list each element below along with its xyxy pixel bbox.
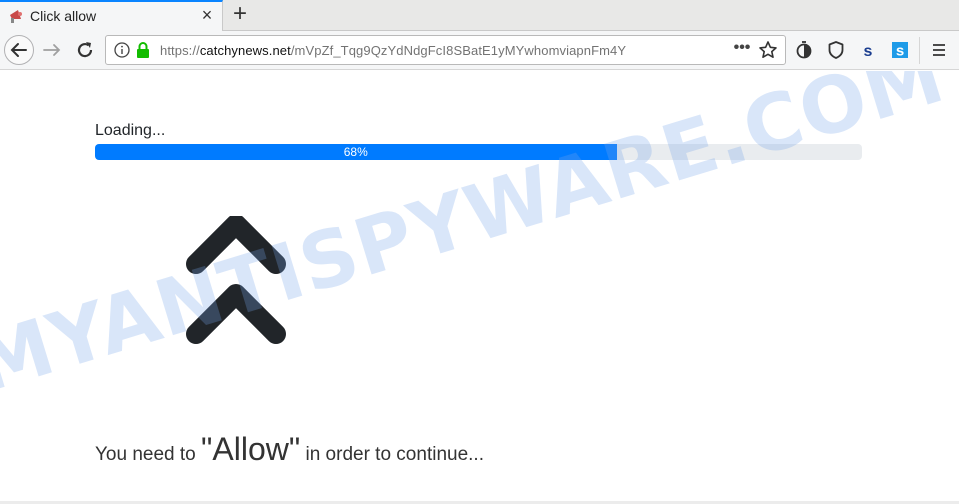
tab-close-button[interactable]: ×	[198, 5, 216, 25]
page-actions-button[interactable]: •••	[732, 40, 752, 60]
tab-active[interactable]: Click allow ×	[0, 0, 223, 31]
tab-bar: Click allow × +	[0, 0, 959, 31]
cta-allow-emphasis: "Allow"	[201, 431, 301, 467]
svg-text:s: s	[896, 43, 904, 60]
arrow-right-icon	[43, 44, 61, 56]
loading-label: Loading...	[95, 122, 166, 139]
page-content: Loading... 68% You need to "Allow" in or…	[0, 71, 959, 501]
double-chevron-up-icon	[186, 216, 286, 344]
info-icon[interactable]	[114, 42, 130, 58]
lock-icon[interactable]	[136, 41, 150, 59]
reload-button[interactable]	[73, 38, 97, 62]
new-tab-button[interactable]: +	[228, 2, 252, 28]
bookmark-star-icon[interactable]	[758, 40, 778, 60]
tracking-icon[interactable]	[794, 40, 814, 60]
url-domain: catchynews.net	[199, 43, 291, 58]
navigation-bar: https://catchynews.net/mVpZf_Tqg9QzYdNdg…	[0, 31, 959, 70]
reload-icon	[77, 42, 93, 58]
arrow-left-icon	[10, 43, 27, 57]
progress-bar: 68%	[95, 144, 617, 160]
url-bar[interactable]: https://catchynews.net/mVpZf_Tqg9QzYdNdg…	[105, 35, 786, 65]
s-square-extension-icon[interactable]: s	[890, 40, 910, 60]
cta-suffix: in order to continue...	[305, 444, 484, 465]
progress-track: 68%	[95, 144, 862, 160]
cta-prefix: You need to	[95, 444, 196, 465]
toolbar-separator	[919, 37, 920, 64]
allow-instruction: You need to "Allow" in order to continue…	[95, 431, 484, 468]
svg-text:s: s	[864, 43, 873, 60]
megaphone-favicon-icon	[10, 10, 22, 23]
forward-button[interactable]	[40, 38, 64, 62]
url-text[interactable]: https://catchynews.net/mVpZf_Tqg9QzYdNdg…	[160, 43, 626, 58]
s-extension-icon[interactable]: s	[858, 40, 878, 60]
url-scheme: https://	[160, 43, 200, 58]
menu-icon[interactable]	[929, 40, 949, 60]
url-path: /mVpZf_Tqg9QzYdNdgFcI8SBatE1yMYwhomviapn…	[290, 43, 627, 58]
shield-icon[interactable]	[826, 40, 846, 60]
back-button[interactable]	[4, 35, 34, 65]
tab-title: Click allow	[30, 8, 97, 24]
